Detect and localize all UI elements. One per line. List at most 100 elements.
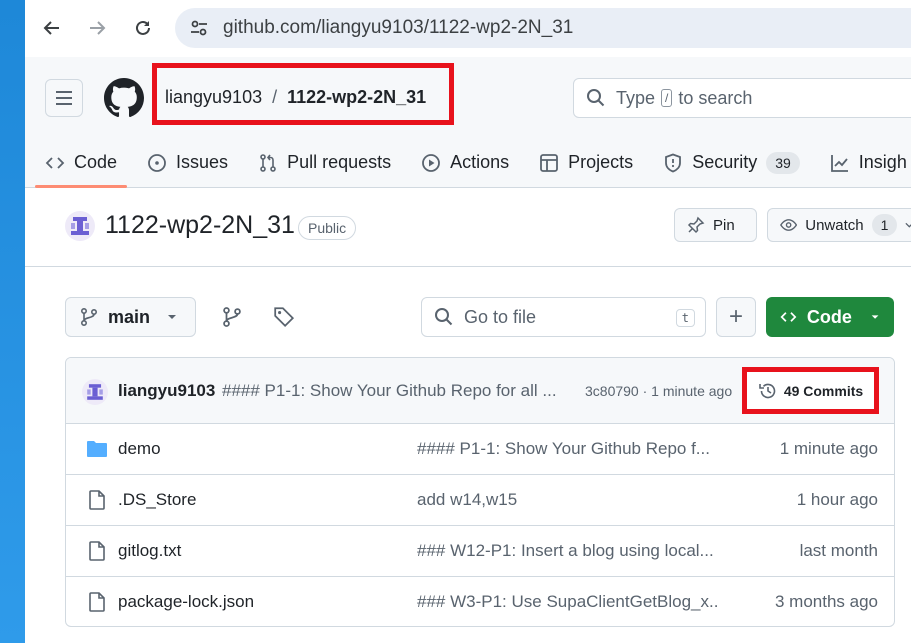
code-button-label: Code (806, 306, 852, 327)
file-listing: liangyu9103 #### P1-1: Show Your Github … (65, 357, 895, 627)
chevron-down-icon (905, 222, 911, 228)
search-icon (435, 308, 453, 326)
file-name-link[interactable]: gitlog.txt (118, 541, 181, 561)
hamburger-icon (56, 91, 72, 105)
search-icon (587, 89, 605, 107)
file-icon (89, 541, 105, 561)
file-icon (89, 490, 105, 510)
file-name-link[interactable]: .DS_Store (118, 490, 196, 510)
branch-icon (80, 307, 98, 327)
file-row-demo[interactable]: demo #### P1-1: Show Your Github Repo f.… (66, 424, 894, 475)
repo-title-bar: 1122-wp2-2N_31 Public Pin Unwatch 1 (25, 189, 911, 267)
tab-label: Pull requests (287, 152, 392, 172)
commit-hash-time[interactable]: 3c80790 · 1 minute ago (585, 383, 740, 399)
go-to-file-shortcut: t (675, 309, 695, 327)
commits-history-link[interactable]: 49 Commits (742, 367, 879, 414)
code-icon (45, 156, 65, 169)
eye-icon (780, 219, 798, 231)
search-prefix-text: Type (616, 87, 656, 108)
pull-request-icon (260, 153, 276, 172)
file-icon (89, 592, 105, 612)
file-commit-message[interactable]: add w14,w15 (417, 490, 717, 510)
file-row-ds-store[interactable]: .DS_Store add w14,w15 1 hour ago (66, 475, 894, 526)
browser-toolbar: github.com/liangyu9103/1122-wp2-2N_31 (25, 0, 911, 57)
file-row-package-lock[interactable]: package-lock.json ### W3-P1: Use SupaCli… (66, 577, 894, 626)
branch-name: main (108, 306, 151, 327)
file-commit-time: 1 hour ago (796, 490, 878, 509)
folder-icon (87, 441, 107, 457)
pin-button[interactable]: Pin (674, 208, 757, 242)
address-bar[interactable]: github.com/liangyu9103/1122-wp2-2N_31 (175, 8, 911, 48)
tab-code[interactable]: Code (34, 137, 128, 188)
site-settings-icon[interactable] (189, 18, 209, 38)
arrow-left-icon (43, 21, 59, 35)
tab-label: Issues (176, 152, 229, 172)
tag-icon[interactable] (273, 306, 295, 328)
issue-icon (148, 153, 166, 172)
highlight-box-breadcrumb (152, 63, 454, 125)
desktop-edge (0, 0, 25, 643)
forward-button[interactable] (82, 13, 112, 43)
branches-icon[interactable] (221, 306, 243, 328)
repo-owner-avatar[interactable] (65, 211, 95, 241)
caret-down-icon (871, 315, 879, 319)
search-shortcut-key: / (661, 89, 673, 107)
history-icon (759, 383, 776, 398)
file-commit-time: 3 months ago (774, 592, 878, 611)
table-icon (540, 153, 559, 172)
tab-insights[interactable]: Insigh (830, 137, 907, 188)
tab-label: Insigh (858, 152, 907, 172)
search-input[interactable]: Type / to search (573, 78, 911, 118)
play-icon (422, 153, 441, 172)
reload-icon (136, 20, 150, 35)
file-commit-message[interactable]: ### W3-P1: Use SupaClientGetBlog_x... (417, 592, 717, 612)
repo-name-title[interactable]: 1122-wp2-2N_31 (105, 211, 295, 240)
pin-icon (687, 216, 705, 234)
file-commit-time: 1 minute ago (779, 439, 878, 458)
file-commit-time: last month (799, 541, 878, 560)
graph-icon (830, 154, 848, 172)
search-suffix-text: to search (678, 87, 753, 108)
file-row-gitlog[interactable]: gitlog.txt ### W12-P1: Insert a blog usi… (66, 526, 894, 577)
url-text[interactable]: github.com/liangyu9103/1122-wp2-2N_31 (223, 17, 573, 39)
tab-pull-requests[interactable]: Pull requests (258, 137, 391, 188)
reload-button[interactable] (128, 13, 158, 43)
tab-label: Security (692, 152, 758, 172)
github-header: liangyu9103 / 1122-wp2-2N_31 Type / to s… (25, 57, 911, 188)
github-logo-icon[interactable] (104, 78, 144, 118)
arrow-right-icon (90, 21, 106, 35)
tab-actions[interactable]: Actions (421, 137, 509, 188)
code-icon (780, 312, 797, 322)
file-toolbar: main Go to file t + Code (25, 297, 911, 339)
tab-label: Projects (568, 152, 634, 172)
tab-security[interactable]: Security 39 (663, 137, 800, 188)
go-to-file-input[interactable]: Go to file t (421, 297, 706, 337)
browser-window: github.com/liangyu9103/1122-wp2-2N_31 li… (25, 0, 911, 643)
file-name-link[interactable]: package-lock.json (118, 592, 254, 612)
commit-message-link[interactable]: #### P1-1: Show Your Github Repo for all… (222, 381, 567, 401)
plus-icon: + (728, 303, 743, 330)
tab-issues[interactable]: Issues (147, 137, 228, 188)
security-counter-badge: 39 (766, 151, 800, 174)
code-dropdown-button[interactable]: Code (766, 297, 894, 337)
tab-projects[interactable]: Projects (539, 137, 633, 188)
menu-button[interactable] (45, 79, 83, 117)
commit-author-avatar[interactable] (82, 379, 108, 405)
branch-selector[interactable]: main (65, 297, 196, 337)
file-commit-message[interactable]: ### W12-P1: Insert a blog using local... (417, 541, 717, 561)
repo-nav-tabs: Code Issues Pull requests Actions Projec… (34, 137, 911, 188)
go-to-file-placeholder: Go to file (464, 306, 537, 327)
caret-down-icon (168, 315, 177, 319)
commit-author-link[interactable]: liangyu9103 (118, 381, 215, 401)
back-button[interactable] (37, 13, 67, 43)
unwatch-button[interactable]: Unwatch 1 (767, 208, 911, 242)
pin-label: Pin (713, 216, 735, 234)
file-name-link[interactable]: demo (118, 439, 161, 459)
commits-count-label: 49 Commits (783, 382, 864, 399)
tab-label: Actions (450, 152, 510, 172)
latest-commit-row: liangyu9103 #### P1-1: Show Your Github … (66, 358, 894, 424)
unwatch-label: Unwatch (805, 216, 864, 234)
file-commit-message[interactable]: #### P1-1: Show Your Github Repo f... (417, 439, 717, 459)
add-file-button[interactable]: + (716, 297, 756, 337)
shield-icon (665, 153, 682, 172)
